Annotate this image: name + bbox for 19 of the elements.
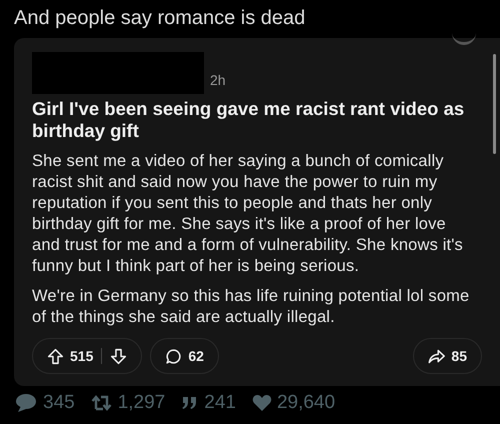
arrow-down-icon [110,348,128,364]
arrow-up-icon [47,348,64,364]
post-body: We're in Germany so this has life ruining potential lol some of the things she said are actually illegal. [32,286,470,328]
stat-count: 29,640 [276,392,336,414]
post-time: 2h [210,72,226,88]
speech-bubble-icon [14,393,38,413]
upvote-button[interactable]: 515 [41,341,100,371]
comments-button[interactable]: 62 [150,338,219,374]
stat-count: 241 [204,392,236,414]
stat-count: 345 [43,392,75,414]
heart-icon [252,394,272,412]
post-body: She sent me a video of her saying a bunch of comically racist shit and said now you have the power to ruin my reputation if you sent this to people and thats her only birthday gift for me. She says it's like a proof of her love and trust for me and a form of vulnerability. She knows it's funny but I think part of her is being serious. [32,151,464,277]
tweet-text: And people say romance is dead [14,6,306,31]
post-title: Girl I've been seeing gave me racist rant video as birthday gift [32,98,466,142]
share-button[interactable]: 85 [413,338,482,374]
stat-count: 1,297 [118,392,166,414]
speech-bubble-icon [165,348,182,364]
share-arrow-icon [428,348,446,364]
retweet-icon [90,394,113,412]
